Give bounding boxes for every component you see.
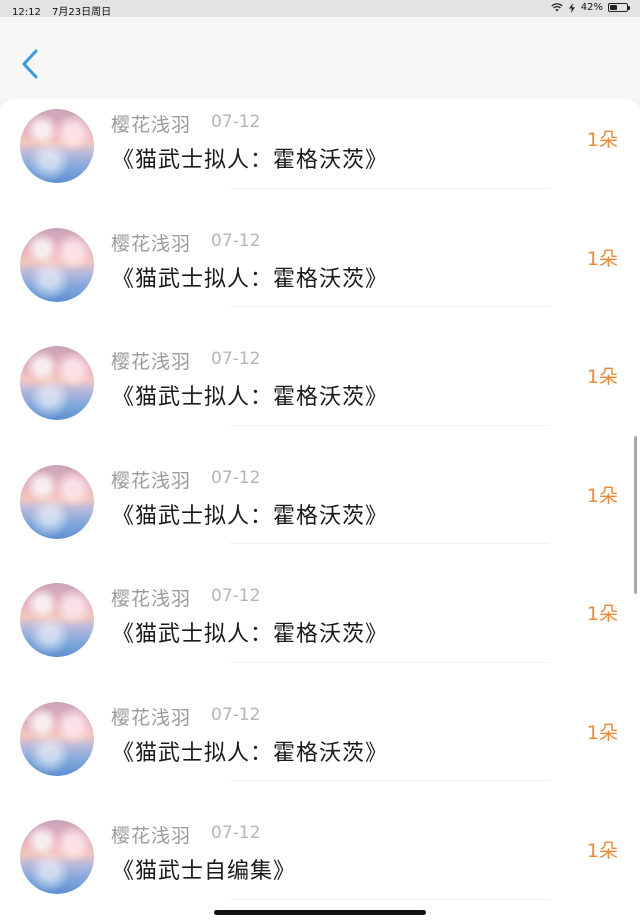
user-name: 樱花浅羽 [111, 114, 192, 136]
list-item[interactable]: 樱花浅羽 07-12 《猫武士拟人：霍格沃茨》 1朵 [0, 99, 640, 189]
gift-list: 樱花浅羽 07-12 《猫武士拟人：霍格沃茨》 1朵 樱花浅羽 07-12 《猫… [0, 99, 640, 921]
avatar[interactable] [20, 464, 94, 539]
item-date: 07-12 [211, 112, 261, 132]
book-title: 《猫武士拟人：霍格沃茨》 [112, 503, 389, 529]
item-date: 07-12 [211, 704, 261, 725]
avatar[interactable] [20, 346, 94, 420]
flower-count: 1朵 [586, 129, 618, 151]
status-right: 42% [551, 2, 630, 13]
user-name: 樱花浅羽 [111, 588, 192, 610]
chevron-left-icon [22, 49, 38, 79]
item-date: 07-12 [211, 230, 261, 251]
flower-count: 1朵 [586, 840, 618, 862]
status-left: 12:12 7月23日周日 [12, 3, 111, 18]
status-bar: 12:12 7月23日周日 42% [0, 0, 640, 18]
list-item[interactable]: 樱花浅羽 07-12 《猫武士自编集》 1朵 [0, 781, 640, 900]
item-date: 07-12 [211, 467, 261, 488]
wifi-icon [551, 3, 563, 12]
book-title: 《猫武士拟人：霍格沃茨》 [112, 266, 389, 292]
list-item[interactable]: 樱花浅羽 07-12 《猫武士拟人：霍格沃茨》 1朵 [0, 663, 640, 781]
user-name: 樱花浅羽 [111, 469, 192, 492]
avatar[interactable] [20, 227, 94, 302]
divider [230, 898, 550, 900]
flower-count: 1朵 [586, 721, 618, 744]
scrollbar[interactable] [634, 436, 637, 594]
user-name: 樱花浅羽 [111, 825, 192, 847]
flower-count: 1朵 [586, 603, 618, 625]
battery-percent: 42% [580, 2, 603, 13]
charging-icon [568, 2, 575, 13]
home-indicator[interactable] [214, 910, 426, 915]
avatar[interactable] [20, 701, 94, 776]
list-item[interactable]: 樱花浅羽 07-12 《猫武士拟人：霍格沃茨》 1朵 [0, 544, 640, 663]
book-title: 《猫武士自编集》 [112, 859, 297, 884]
gift-list-content: 樱花浅羽 07-12 《猫武士拟人：霍格沃茨》 1朵 樱花浅羽 07-12 《猫… [0, 99, 640, 900]
user-name: 樱花浅羽 [111, 706, 192, 729]
back-button[interactable] [14, 45, 54, 85]
flower-count: 1朵 [586, 484, 618, 507]
avatar[interactable] [20, 820, 94, 894]
book-title: 《猫武士拟人：霍格沃茨》 [112, 148, 389, 173]
item-date: 07-12 [211, 349, 261, 369]
flower-count: 1朵 [586, 366, 618, 388]
list-item[interactable]: 樱花浅羽 07-12 《猫武士拟人：霍格沃茨》 1朵 [0, 189, 640, 307]
battery-icon [608, 3, 630, 12]
user-name: 樱花浅羽 [111, 351, 192, 373]
list-item[interactable]: 樱花浅羽 07-12 《猫武士拟人：霍格沃茨》 1朵 [0, 307, 640, 426]
battery-level [610, 5, 617, 10]
user-name: 樱花浅羽 [111, 232, 192, 255]
nav-bar [0, 17, 640, 99]
book-title: 《猫武士拟人：霍格沃茨》 [112, 385, 389, 410]
item-date: 07-12 [211, 823, 261, 843]
book-title: 《猫武士拟人：霍格沃茨》 [112, 622, 389, 647]
flower-count: 1朵 [586, 247, 618, 270]
avatar[interactable] [20, 583, 94, 657]
avatar[interactable] [20, 109, 94, 183]
book-title: 《猫武士拟人：霍格沃茨》 [112, 740, 389, 766]
item-date: 07-12 [211, 586, 261, 606]
list-item[interactable]: 樱花浅羽 07-12 《猫武士拟人：霍格沃茨》 1朵 [0, 426, 640, 544]
